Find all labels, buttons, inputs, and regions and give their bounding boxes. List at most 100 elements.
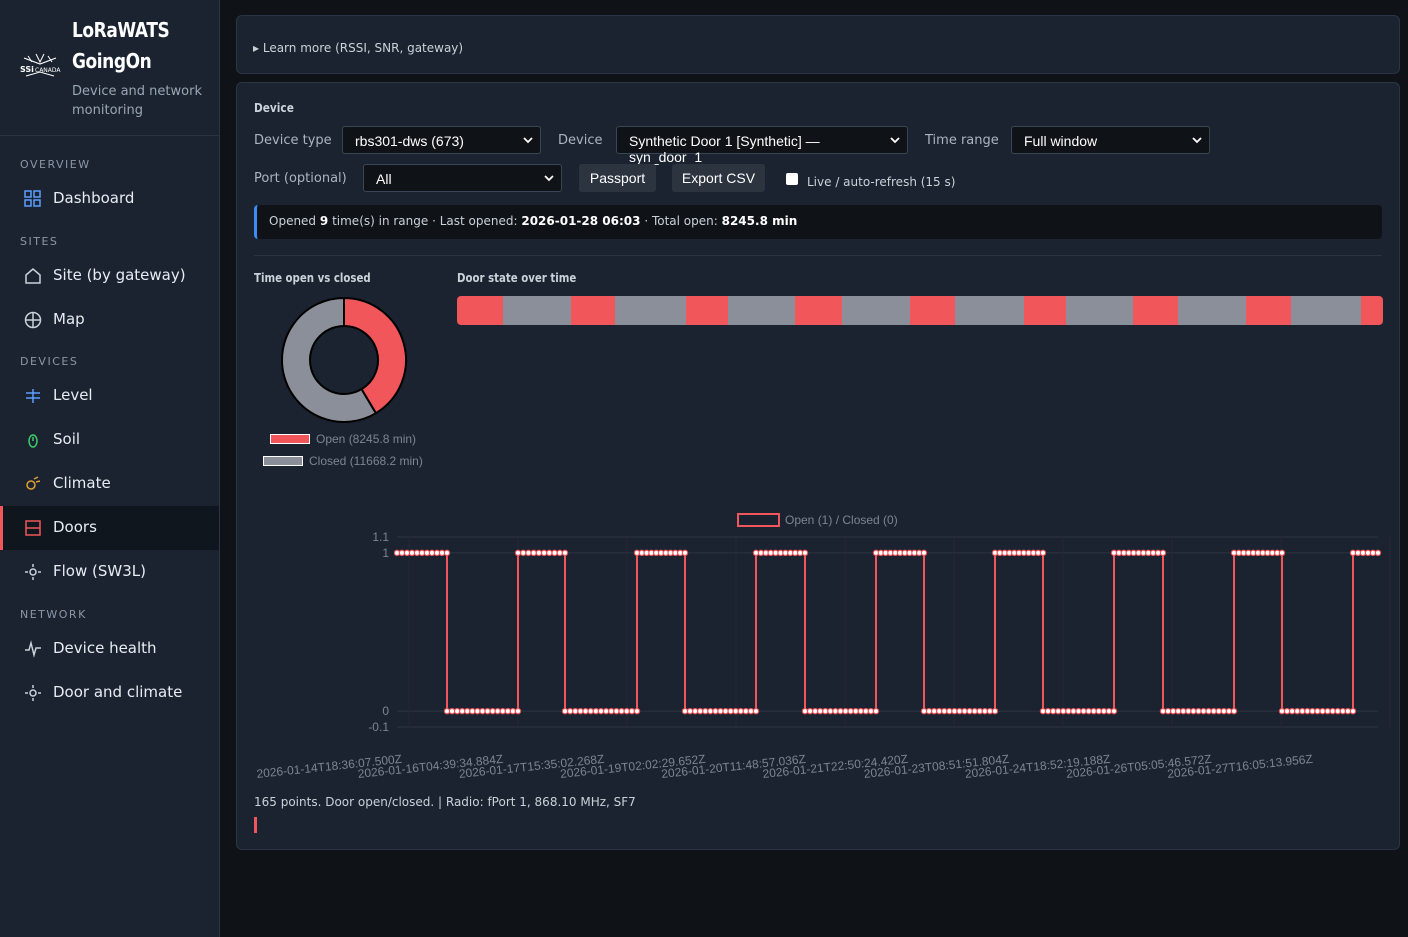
data-point[interactable] <box>1055 707 1062 715</box>
data-point[interactable] <box>1210 707 1217 715</box>
data-point[interactable] <box>530 549 537 557</box>
data-point[interactable] <box>572 707 579 715</box>
data-point[interactable] <box>697 707 704 715</box>
passport-button[interactable]: Passport <box>579 164 656 192</box>
data-point[interactable] <box>981 707 989 715</box>
data-point[interactable] <box>951 707 958 715</box>
data-point[interactable] <box>941 707 948 715</box>
data-point[interactable] <box>702 707 709 715</box>
data-point[interactable] <box>1085 707 1092 715</box>
data-point[interactable] <box>566 707 574 715</box>
sidebar-item-level[interactable]: Level <box>0 374 219 418</box>
time-range-select[interactable]: Full window <box>1011 126 1210 154</box>
state-segment-open[interactable] <box>685 296 729 325</box>
data-point[interactable] <box>806 707 814 715</box>
data-point[interactable] <box>494 707 501 715</box>
data-point[interactable] <box>1374 549 1382 557</box>
data-point[interactable] <box>1283 707 1291 715</box>
state-segment-closed[interactable] <box>1178 296 1246 325</box>
data-point[interactable] <box>1185 707 1192 715</box>
data-point[interactable] <box>1044 707 1052 715</box>
data-point[interactable] <box>801 707 809 715</box>
data-point[interactable] <box>930 707 938 715</box>
data-point[interactable] <box>986 707 994 715</box>
data-point[interactable] <box>961 707 968 715</box>
data-point[interactable] <box>540 549 548 557</box>
device-type-select[interactable]: rbs301-dws (673) <box>342 126 541 154</box>
data-point[interactable] <box>618 707 625 715</box>
data-point[interactable] <box>504 707 512 715</box>
data-point[interactable] <box>1159 707 1167 715</box>
state-segment-open[interactable] <box>1360 296 1383 325</box>
data-point[interactable] <box>608 707 615 715</box>
state-segment-open[interactable] <box>1245 296 1292 325</box>
data-point[interactable] <box>1294 707 1301 715</box>
data-point[interactable] <box>546 549 553 557</box>
data-point[interactable] <box>1039 707 1047 715</box>
data-point[interactable] <box>811 707 819 715</box>
state-segment-closed[interactable] <box>503 296 571 325</box>
data-point[interactable] <box>752 707 760 715</box>
data-point[interactable] <box>827 707 834 715</box>
state-segment-closed[interactable] <box>842 296 910 325</box>
data-point[interactable] <box>1175 707 1182 715</box>
sidebar-item-device-health[interactable]: Device health <box>0 627 219 671</box>
data-point[interactable] <box>1200 707 1207 715</box>
data-point[interactable] <box>587 707 594 715</box>
data-point[interactable] <box>862 707 870 715</box>
data-point[interactable] <box>1180 707 1187 715</box>
data-point[interactable] <box>707 707 714 715</box>
state-segment-open[interactable] <box>794 296 843 325</box>
data-point[interactable] <box>872 707 880 715</box>
data-point[interactable] <box>582 707 589 715</box>
data-point[interactable] <box>633 707 641 715</box>
line-legend-swatch[interactable] <box>737 513 780 527</box>
data-point[interactable] <box>1215 707 1222 715</box>
state-segment-open[interactable] <box>1132 296 1179 325</box>
data-point[interactable] <box>535 549 543 557</box>
data-point[interactable] <box>691 707 699 715</box>
learn-more-toggle[interactable]: ▸ Learn more (RSSI, SNR, gateway) <box>253 41 463 55</box>
data-point[interactable] <box>1278 707 1286 715</box>
data-point[interactable] <box>577 707 584 715</box>
data-point[interactable] <box>1049 707 1057 715</box>
data-point[interactable] <box>459 707 466 715</box>
data-point[interactable] <box>925 707 933 715</box>
data-point[interactable] <box>920 707 928 715</box>
data-point[interactable] <box>1288 707 1296 715</box>
data-point[interactable] <box>1319 707 1326 715</box>
data-point[interactable] <box>681 549 689 557</box>
data-point[interactable] <box>837 707 844 715</box>
data-point[interactable] <box>479 707 486 715</box>
data-point[interactable] <box>712 707 719 715</box>
data-point[interactable] <box>1070 707 1077 715</box>
sidebar-item-map[interactable]: Map <box>0 298 219 342</box>
data-point[interactable] <box>1314 707 1321 715</box>
state-segment-closed[interactable] <box>1066 296 1133 325</box>
data-point[interactable] <box>448 707 456 715</box>
data-point[interactable] <box>1220 707 1228 715</box>
sidebar-item-door-climate[interactable]: Door and climate <box>0 671 219 715</box>
data-point[interactable] <box>1195 707 1202 715</box>
data-point[interactable] <box>489 707 496 715</box>
data-point[interactable] <box>1159 549 1167 557</box>
state-segment-open[interactable] <box>909 296 956 325</box>
sidebar-item-doors[interactable]: Doors <box>0 506 219 550</box>
data-point[interactable] <box>1329 707 1336 715</box>
data-point[interactable] <box>1110 707 1118 715</box>
data-point[interactable] <box>867 707 875 715</box>
data-point[interactable] <box>443 549 451 557</box>
data-point[interactable] <box>681 707 689 715</box>
data-point[interactable] <box>1169 707 1177 715</box>
data-point[interactable] <box>509 707 517 715</box>
data-point[interactable] <box>1190 707 1197 715</box>
data-point[interactable] <box>551 549 558 557</box>
data-point[interactable] <box>971 707 978 715</box>
sidebar-item-site[interactable]: Site (by gateway) <box>0 254 219 298</box>
data-point[interactable] <box>464 707 471 715</box>
data-point[interactable] <box>727 707 734 715</box>
donut-legend-closed[interactable]: Closed (11668.2 min) <box>263 454 423 468</box>
data-point[interactable] <box>628 707 636 715</box>
data-point[interactable] <box>966 707 973 715</box>
data-point[interactable] <box>852 707 859 715</box>
